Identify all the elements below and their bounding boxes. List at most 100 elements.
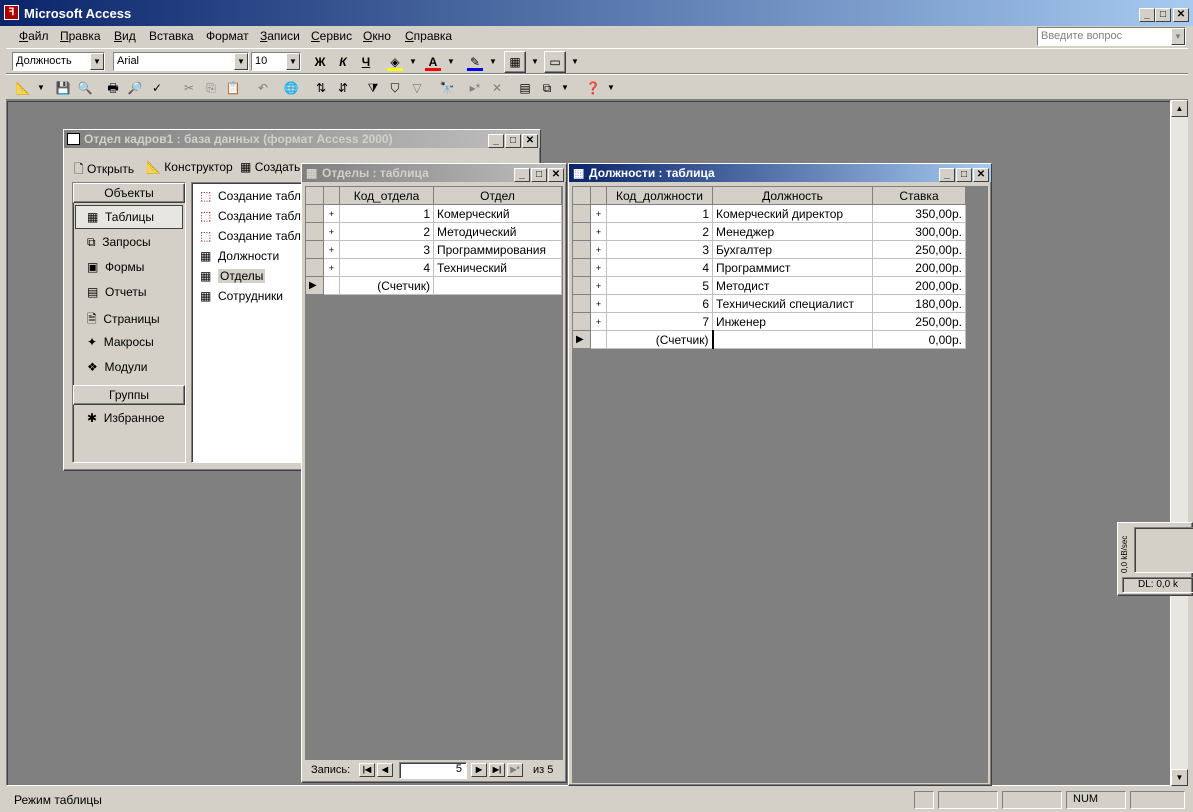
font-color-icon[interactable]: A [424, 53, 442, 71]
record-selector[interactable] [305, 258, 324, 277]
undo-icon[interactable]: ↶ [254, 79, 272, 97]
minimize-button[interactable]: _ [939, 168, 955, 182]
prev-record-icon[interactable]: ◀ [377, 763, 393, 777]
open-button[interactable]: 🗋 Открыть [74, 160, 134, 181]
maximize-button[interactable]: □ [956, 168, 972, 182]
corner-cell[interactable] [572, 186, 591, 205]
menu-edit[interactable]: Правка [60, 29, 101, 43]
objects-forms[interactable]: ▣ Формы [87, 260, 144, 274]
menu-records[interactable]: Записи [260, 29, 300, 43]
filter-by-form-icon[interactable]: ⛉ [386, 79, 404, 97]
record-selector[interactable] [305, 222, 324, 241]
corner-cell[interactable] [305, 186, 324, 205]
expand-icon[interactable]: + [590, 276, 607, 295]
chevron-down-icon[interactable]: ▼ [1171, 28, 1185, 45]
chevron-down-icon[interactable]: ▼ [442, 53, 460, 71]
table-row[interactable]: +2 Менеджер 300,00р. [572, 222, 966, 241]
column-header[interactable]: Должность [712, 186, 873, 205]
menu-format[interactable]: Формат [206, 29, 249, 43]
chevron-down-icon[interactable]: ▼ [90, 53, 104, 70]
current-record-icon[interactable]: ▶ [572, 330, 591, 349]
record-selector[interactable] [572, 294, 591, 313]
cut-icon[interactable]: ✂ [180, 79, 198, 97]
table-row[interactable]: +2 Методический [305, 222, 562, 241]
table-row[interactable]: +6 Технический специалист 180,00р. [572, 294, 966, 313]
close-button[interactable]: ✕ [522, 134, 538, 148]
table-row[interactable]: +1 Комерческий директор 350,00р. [572, 204, 966, 223]
minimize-button[interactable]: _ [1139, 8, 1155, 22]
scroll-up-icon[interactable]: ▲ [1171, 100, 1188, 117]
bold-button[interactable]: Ж [311, 53, 329, 71]
expand-icon[interactable]: + [323, 222, 340, 241]
apply-filter-icon[interactable]: ▽ [408, 79, 426, 97]
properties-icon[interactable]: ▤ [516, 79, 534, 97]
menu-window[interactable]: Окно [363, 29, 391, 43]
objects-reports[interactable]: ▤ Отчеты [87, 285, 147, 299]
list-item[interactable]: ⬚ Создание табл [200, 189, 301, 203]
maximize-button[interactable]: □ [1155, 8, 1171, 22]
list-item[interactable]: ▦ Сотрудники [200, 289, 283, 303]
save-icon[interactable]: 💾 [54, 79, 72, 97]
new-record-row[interactable]: ▶ (Счетчик) [305, 276, 562, 295]
chevron-down-icon[interactable]: ▼ [566, 53, 584, 71]
hyperlink-icon[interactable]: 🌐 [282, 79, 300, 97]
record-selector[interactable] [572, 240, 591, 259]
table-row[interactable]: +1 Комерческий [305, 204, 562, 223]
expand-icon[interactable]: + [590, 204, 607, 223]
record-selector[interactable] [572, 258, 591, 277]
new-record-row[interactable]: ▶ (Счетчик) 0,00р. [572, 330, 966, 349]
close-button[interactable]: ✕ [973, 168, 989, 182]
record-selector[interactable] [305, 204, 324, 223]
special-effect-icon[interactable]: ▭ [544, 51, 566, 73]
menu-view[interactable]: Вид [114, 29, 136, 43]
record-number-input[interactable]: 5 [399, 762, 467, 779]
chevron-down-icon[interactable]: ▼ [32, 79, 50, 97]
table-row[interactable]: +5 Методист 200,00р. [572, 276, 966, 295]
filter-by-selection-icon[interactable]: ⧩ [364, 79, 382, 97]
list-item[interactable]: ▦ Отделы [200, 269, 266, 283]
expand-icon[interactable]: + [323, 258, 340, 277]
objects-macros[interactable]: ✦ Макросы [87, 335, 154, 349]
expand-icon[interactable]: + [590, 240, 607, 259]
print-icon[interactable]: 🖶 [104, 79, 122, 97]
gridlines-icon[interactable]: ▦ [504, 51, 526, 73]
vertical-scrollbar[interactable]: ▲ ▼ [1171, 100, 1188, 786]
maximize-button[interactable]: □ [505, 134, 521, 148]
file-search-icon[interactable]: 🔍 [76, 79, 94, 97]
table-row[interactable]: +7 Инженер 250,00р. [572, 312, 966, 331]
table-row[interactable]: +3 Бухгалтер 250,00р. [572, 240, 966, 259]
ask-question-input[interactable]: Введите вопрос ▼ [1037, 27, 1186, 46]
objects-header[interactable]: Объекты [73, 183, 185, 203]
minimize-button[interactable]: _ [488, 134, 504, 148]
record-selector[interactable] [572, 312, 591, 331]
record-selector[interactable] [572, 204, 591, 223]
objects-queries[interactable]: ⧉ Запросы [87, 235, 151, 250]
line-color-icon[interactable]: ✎ [466, 53, 484, 71]
table-row[interactable]: +3 Программирования [305, 240, 562, 259]
underline-button[interactable]: Ч [357, 53, 375, 71]
record-selector[interactable] [572, 222, 591, 241]
column-header[interactable]: Код_должности [606, 186, 713, 205]
table-row[interactable]: +4 Технический [305, 258, 562, 277]
close-button[interactable]: ✕ [1173, 8, 1189, 22]
design-button[interactable]: 📐 Конструктор [146, 160, 233, 174]
column-header[interactable]: Код_отдела [339, 186, 434, 205]
next-record-icon[interactable]: ▶ [471, 763, 487, 777]
expand-icon[interactable]: + [323, 204, 340, 223]
table-row[interactable]: +4 Программист 200,00р. [572, 258, 966, 277]
last-record-icon[interactable]: ▶| [489, 763, 505, 777]
help-icon[interactable]: ❓ [584, 79, 602, 97]
first-record-icon[interactable]: |◀ [359, 763, 375, 777]
close-button[interactable]: ✕ [548, 168, 564, 182]
current-record-icon[interactable]: ▶ [305, 276, 324, 295]
menu-help[interactable]: Справка [405, 29, 452, 43]
sort-ascending-icon[interactable]: ⇅ [312, 79, 330, 97]
record-selector[interactable] [305, 240, 324, 259]
font-size-select[interactable]: 10 ▼ [251, 52, 301, 71]
copy-icon[interactable]: ⎘ [202, 79, 220, 97]
new-record-nav-icon[interactable]: ▶* [507, 763, 523, 777]
groups-favorites[interactable]: ✱ Избранное [87, 411, 165, 425]
sort-descending-icon[interactable]: ⇵ [334, 79, 352, 97]
new-record-icon[interactable]: ▸* [466, 79, 484, 97]
find-icon[interactable]: 🔭 [438, 79, 456, 97]
